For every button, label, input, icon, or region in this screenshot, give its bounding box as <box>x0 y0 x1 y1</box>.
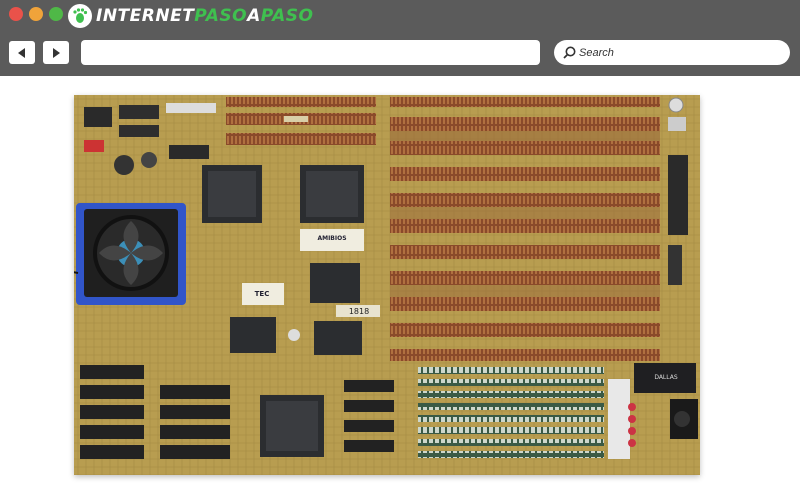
forward-button[interactable] <box>43 41 69 64</box>
site-logo[interactable]: INTERNETPASOAPASO <box>68 3 314 29</box>
motherboard-image: AMIBIOS TEC 1818 DALLAS <box>74 95 700 475</box>
address-bar[interactable] <box>81 40 540 65</box>
close-window-button[interactable] <box>9 7 23 21</box>
rtc-chip-label: DALLAS <box>654 374 678 381</box>
search-placeholder: Search <box>579 46 614 59</box>
motherboard-drawing: AMIBIOS TEC 1818 DALLAS <box>74 95 700 475</box>
part-number-label: 1818 <box>349 307 369 316</box>
search-bar[interactable]: Search <box>554 40 790 65</box>
keyboard-connector <box>670 399 698 439</box>
minimize-window-button[interactable] <box>29 7 43 21</box>
title-bar: INTERNETPASOAPASO <box>0 0 800 33</box>
expansion-slots-short <box>226 97 376 145</box>
search-icon <box>563 46 577 60</box>
browser-chrome: INTERNETPASOAPASO Search <box>0 0 800 76</box>
maximize-window-button[interactable] <box>49 7 63 21</box>
back-button[interactable] <box>9 41 35 64</box>
arrow-right-icon <box>53 47 60 58</box>
cpu-cooler <box>74 203 186 305</box>
logo-text: INTERNETPASOAPASO <box>96 6 314 26</box>
logo-footprint-icon <box>68 4 92 28</box>
arrow-left-icon <box>18 47 25 58</box>
eprom-label: AMIBIOS <box>317 235 346 242</box>
clock-chip-label: TEC <box>255 290 270 298</box>
